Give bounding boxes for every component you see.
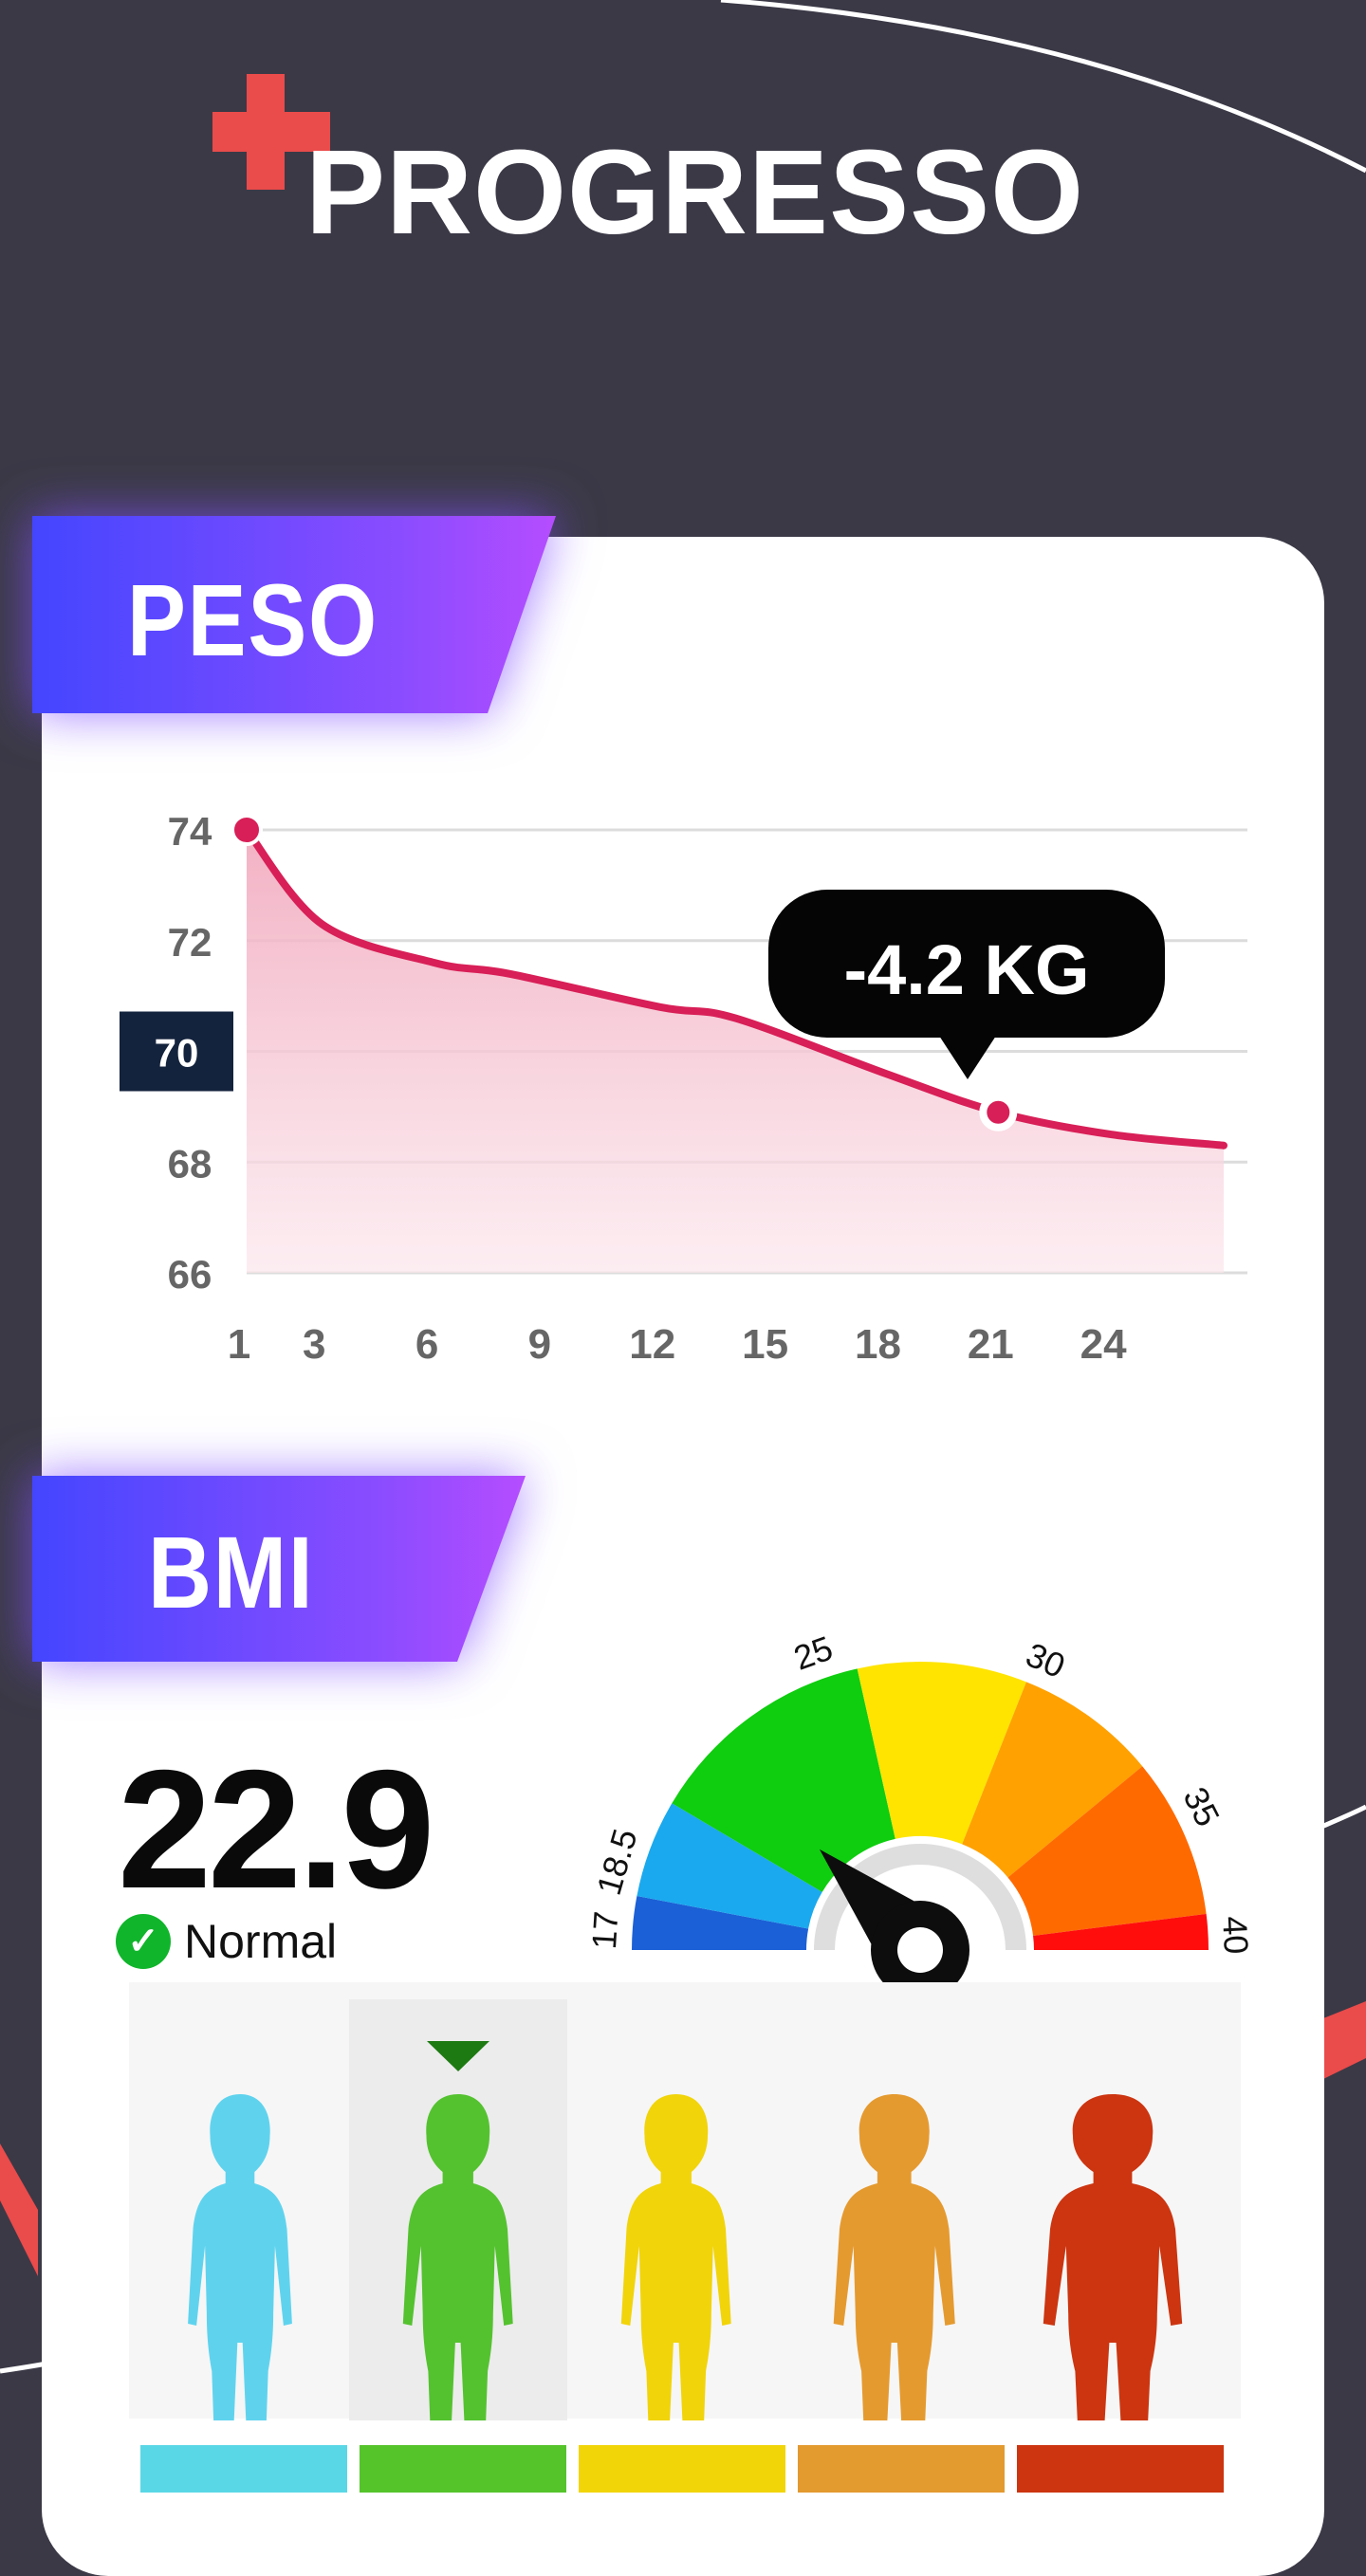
selected-marker-icon [427, 2041, 489, 2071]
gauge-tick-label: 25 [788, 1628, 838, 1678]
gauge-tick-label: 17 [584, 1910, 625, 1951]
gauge-needle [819, 1849, 969, 1999]
body-silhouette-icon [833, 2094, 955, 2420]
figure-normal [349, 1999, 567, 2420]
bmi-category-bar [579, 2445, 785, 2493]
figure-underweight [131, 1999, 349, 2420]
gauge-tick-label: 40 [1215, 1915, 1256, 1955]
bmi-category-bars [140, 2445, 1229, 2493]
body-type-figures [129, 1982, 1241, 2420]
bmi-category-bar [1017, 2445, 1224, 2493]
figure-obese [785, 1999, 1004, 2420]
body-silhouette-icon [1043, 2094, 1183, 2420]
body-silhouette-icon [402, 2094, 513, 2420]
bmi-category-bar [360, 2445, 566, 2493]
bmi-category-bar [140, 2445, 347, 2493]
bmi-category-bar [798, 2445, 1005, 2493]
gauge-tick-label: 30 [1021, 1635, 1071, 1686]
bmi-gauge: 17 18.5 25 30 35 40 [584, 1628, 1256, 1999]
gauge-tick-label: 18.5 [589, 1825, 645, 1900]
body-silhouette-icon [620, 2094, 731, 2420]
figure-overweight [567, 1999, 785, 2420]
body-silhouette-icon [188, 2094, 292, 2420]
figure-extremely-obese [1004, 1999, 1222, 2420]
gauge-tick-label: 35 [1175, 1781, 1228, 1832]
